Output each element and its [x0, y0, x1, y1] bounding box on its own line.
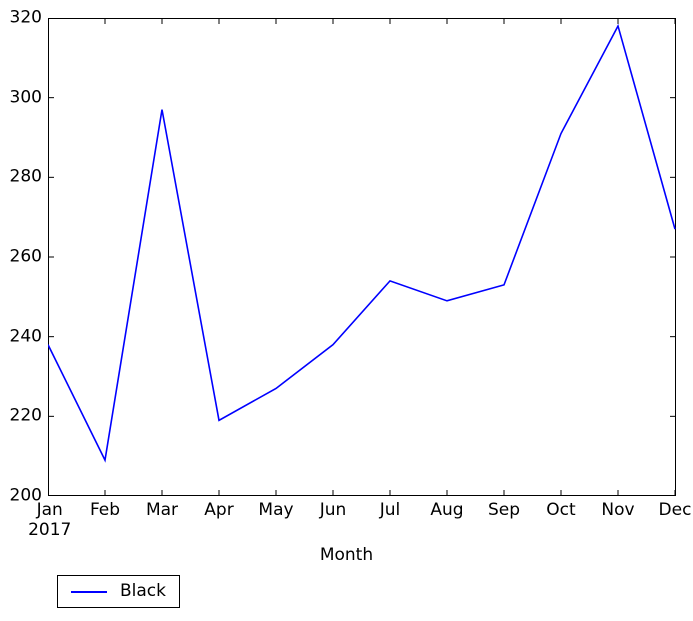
- x-tick-label: Jul: [379, 500, 401, 520]
- x-tick-label: Feb: [89, 500, 121, 520]
- y-tick-label: 260: [9, 246, 42, 267]
- x-axis-tick-labels: Jan 2017 Feb Mar Apr May Jun Jul Aug Sep Oct Nov Dec: [28, 500, 691, 540]
- x-axis-tick-marks: [48, 18, 676, 496]
- figure-canvas: 200 220 240 260 280 300 320 Jan 2017 Feb Mar Apr Ma…: [0, 0, 693, 621]
- y-tick-label: 220: [9, 405, 42, 426]
- legend-label-black: Black: [120, 581, 166, 601]
- series-line-black: [48, 23, 676, 463]
- x-tick-label: Aug: [430, 500, 464, 520]
- y-tick-label: 280: [9, 166, 42, 187]
- y-tick-label: 300: [9, 87, 42, 108]
- chart-legend: Black: [57, 575, 180, 608]
- x-tick-label: Sep: [487, 500, 521, 520]
- y-tick-label: 240: [9, 326, 42, 347]
- x-tick-label: Oct: [546, 500, 576, 520]
- tick-marks-group: [48, 18, 676, 496]
- legend-line-swatch-black: [71, 590, 107, 593]
- x-tick-label: Nov: [601, 500, 635, 520]
- x-tick-label: Apr: [204, 500, 234, 520]
- x-tick-label: Mar: [145, 500, 179, 520]
- x-axis-title: Month: [319, 545, 374, 565]
- line-chart-plot: [48, 18, 676, 496]
- x-tick-label: Dec: [658, 500, 692, 520]
- x-tick-label: Jan 2017: [28, 500, 72, 541]
- x-tick-label: Jun: [319, 500, 347, 520]
- y-axis-tick-labels: 200 220 240 260 280 300 320: [0, 9, 42, 504]
- y-tick-label: 320: [9, 7, 42, 28]
- x-tick-label: May: [258, 500, 294, 520]
- x-tick-sub-label-year: 2017: [28, 520, 72, 541]
- y-axis-tick-marks: [48, 18, 676, 496]
